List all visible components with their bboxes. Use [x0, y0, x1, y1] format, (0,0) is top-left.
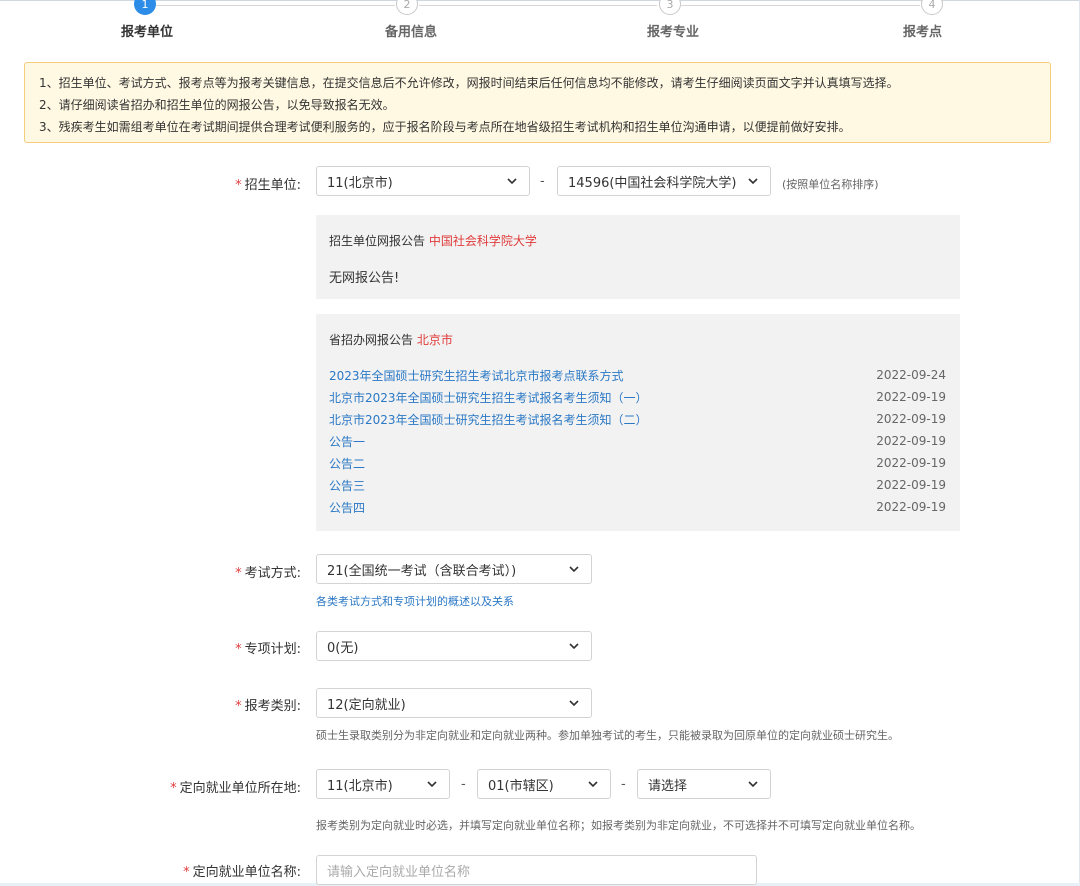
chevron-down-icon	[746, 174, 760, 188]
category-select[interactable]: 12(定向就业)	[316, 688, 592, 718]
notice-box: 1、招生单位、考试方式、报考点等为报考关键信息，在提交信息后不允许修改，网报时间…	[24, 62, 1051, 143]
announcement-link[interactable]: 北京市2023年全国硕士研究生招生考试报名考生须知（二）	[329, 411, 648, 428]
announcement-link[interactable]: 公告三	[329, 477, 365, 494]
exam-mode-overview-link[interactable]: 各类考试方式和专项计划的概述以及关系	[316, 593, 514, 609]
unit-label-text: 招生单位:	[244, 178, 301, 193]
unit-notice-panel: 招生单位网报公告 中国社会科学院大学 无网报公告!	[316, 215, 960, 299]
notice-line: 2、请仔细阅读省招办和招生单位的网报公告，以免导致报名无效。	[39, 98, 395, 112]
required-mark: *	[170, 781, 177, 796]
announcement-link[interactable]: 公告四	[329, 499, 365, 516]
announcement-date: 2022-09-24	[876, 368, 946, 382]
step-4-circle: 4	[921, 0, 943, 15]
select-value: 11(北京市)	[327, 778, 393, 794]
announcement-link[interactable]: 公告二	[329, 455, 365, 472]
chevron-down-icon	[586, 777, 600, 791]
announcement-row[interactable]: 2023年全国硕士研究生招生考试北京市报考点联系方式 2022-09-24	[329, 364, 946, 386]
step-connector	[156, 5, 395, 6]
announcement-link[interactable]: 公告一	[329, 433, 365, 450]
announcement-row[interactable]: 公告二 2022-09-19	[329, 452, 946, 474]
employer-district-select[interactable]: 01(市辖区)	[477, 769, 611, 799]
province-notice-province: 北京市	[416, 333, 453, 347]
chevron-down-icon	[505, 174, 519, 188]
employer-location-label: * 定向就业单位所在地:	[170, 777, 301, 796]
required-mark: *	[183, 865, 190, 880]
unit-notice-title: 招生单位网报公告 中国社会科学院大学	[329, 232, 537, 249]
select-value: 21(全国统一考试（含联合考试）)	[327, 563, 517, 579]
select-value: 14596(中国社会科学院大学)	[568, 175, 737, 191]
employer-name-placeholder: 请输入定向就业单位名称	[327, 864, 471, 880]
separator-dash: -	[461, 777, 466, 792]
step-connector	[681, 5, 920, 6]
select-value: 01(市辖区)	[488, 778, 554, 794]
announcement-date: 2022-09-19	[876, 456, 946, 470]
step-1-circle: 1	[134, 0, 156, 15]
exam-mode-label-text: 考试方式:	[244, 566, 301, 581]
exam-mode-select[interactable]: 21(全国统一考试（含联合考试）)	[316, 554, 592, 584]
select-value: 请选择	[648, 778, 688, 794]
special-plan-label-text: 专项计划:	[244, 642, 301, 657]
category-label-text: 报考类别:	[244, 699, 301, 714]
announcement-row[interactable]: 公告四 2022-09-19	[329, 496, 946, 518]
category-label: * 报考类别:	[235, 695, 301, 714]
announcement-date: 2022-09-19	[876, 390, 946, 404]
announcement-row[interactable]: 北京市2023年全国硕士研究生招生考试报名考生须知（二） 2022-09-19	[329, 408, 946, 430]
required-mark: *	[235, 699, 242, 714]
unit-notice-school: 中国社会科学院大学	[428, 234, 537, 248]
employer-name-label: * 定向就业单位名称:	[183, 861, 301, 880]
announcement-date: 2022-09-19	[876, 500, 946, 514]
employer-sublevel-select[interactable]: 请选择	[637, 769, 771, 799]
special-plan-select[interactable]: 0(无)	[316, 631, 592, 661]
notice-line: 3、残疾考生如需组考单位在考试期间提供合理考试便利服务的，应于报名阶段与考点所在…	[39, 120, 851, 134]
unit-school-select[interactable]: 14596(中国社会科学院大学)	[557, 166, 771, 196]
announcement-link[interactable]: 北京市2023年全国硕士研究生招生考试报名考生须知（一）	[329, 389, 648, 406]
announcement-row[interactable]: 公告三 2022-09-19	[329, 474, 946, 496]
chevron-down-icon	[567, 639, 581, 653]
employer-location-label-text: 定向就业单位所在地:	[179, 781, 301, 796]
step-progress: 1 2 3 4 报考单位 备用信息 报考专业 报考点	[0, 0, 1080, 50]
unit-label: * 招生单位:	[235, 174, 301, 193]
step-2-circle: 2	[396, 0, 418, 15]
announcement-date: 2022-09-19	[876, 412, 946, 426]
unit-province-select[interactable]: 11(北京市)	[316, 166, 530, 196]
employer-name-input[interactable]: 请输入定向就业单位名称	[316, 855, 757, 885]
registration-page: 1 2 3 4 报考单位 备用信息 报考专业 报考点 1、招生单位、考试方式、报…	[0, 0, 1080, 886]
exam-mode-label: * 考试方式:	[235, 562, 301, 581]
select-value: 0(无)	[327, 640, 359, 656]
category-hint: 硕士生录取类别分为非定向就业和定向就业两种。参加单独考试的考生，只能被录取为回原…	[316, 729, 899, 742]
province-notice-panel: 省招办网报公告 北京市 2023年全国硕士研究生招生考试北京市报考点联系方式 2…	[316, 314, 960, 531]
province-notice-title-text: 省招办网报公告	[329, 333, 414, 347]
unit-notice-empty: 无网报公告!	[329, 271, 400, 286]
chevron-down-icon	[567, 696, 581, 710]
select-value: 11(北京市)	[327, 175, 393, 191]
notice-line: 1、招生单位、考试方式、报考点等为报考关键信息，在提交信息后不允许修改，网报时间…	[39, 76, 899, 90]
employer-province-select[interactable]: 11(北京市)	[316, 769, 450, 799]
chevron-down-icon	[567, 562, 581, 576]
unit-sort-hint: (按照单位名称排序)	[782, 178, 879, 191]
required-mark: *	[235, 566, 242, 581]
select-value: 12(定向就业)	[327, 697, 406, 713]
step-4-label: 报考点	[903, 25, 943, 40]
announcement-row[interactable]: 公告一 2022-09-19	[329, 430, 946, 452]
step-3-label: 报考专业	[647, 25, 700, 40]
step-2-label: 备用信息	[385, 25, 438, 40]
separator-dash: -	[621, 777, 626, 792]
announcement-link[interactable]: 2023年全国硕士研究生招生考试北京市报考点联系方式	[329, 367, 624, 384]
province-notice-title: 省招办网报公告 北京市	[329, 331, 453, 348]
announcement-date: 2022-09-19	[876, 478, 946, 492]
required-mark: *	[235, 642, 242, 657]
chevron-down-icon	[425, 777, 439, 791]
required-mark: *	[235, 178, 242, 193]
unit-notice-title-text: 招生单位网报公告	[329, 234, 426, 248]
step-1-label: 报考单位	[121, 25, 174, 40]
special-plan-label: * 专项计划:	[235, 638, 301, 657]
chevron-down-icon	[746, 777, 760, 791]
employer-name-label-text: 定向就业单位名称:	[192, 865, 301, 880]
separator-dash: -	[540, 174, 545, 189]
step-connector	[419, 5, 657, 6]
announcement-date: 2022-09-19	[876, 434, 946, 448]
announcement-row[interactable]: 北京市2023年全国硕士研究生招生考试报名考生须知（一） 2022-09-19	[329, 386, 946, 408]
employer-location-hint: 报考类别为定向就业时必选，并填写定向就业单位名称；如报考类别为非定向就业，不可选…	[316, 819, 921, 832]
step-3-circle: 3	[659, 0, 681, 15]
